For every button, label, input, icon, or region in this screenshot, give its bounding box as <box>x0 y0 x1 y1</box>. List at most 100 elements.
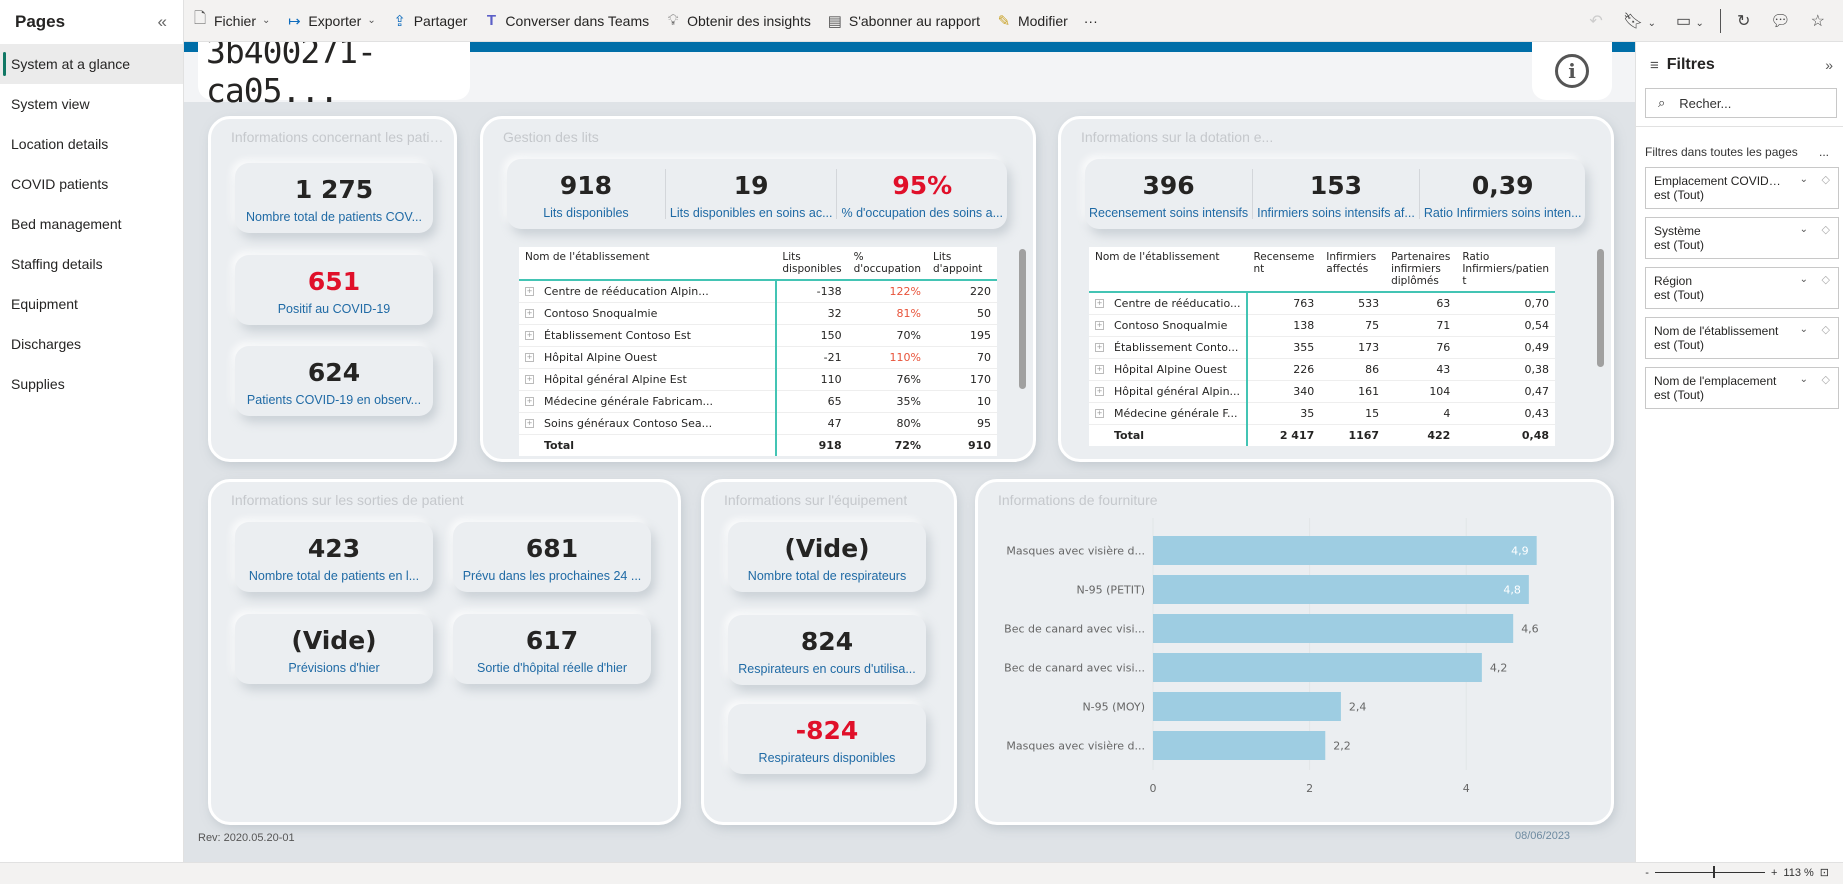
column-header[interactable]: Ratio Infirmiers/patien t <box>1456 247 1555 293</box>
table-row[interactable]: + Hôpital Alpine Ouest -21 110% 70 <box>519 346 997 369</box>
refresh-icon[interactable]: ↻ <box>1729 11 1758 31</box>
kpi-cell[interactable]: 95% % d'occupation des soins a... <box>837 169 1007 220</box>
table-row[interactable]: + Établissement Conto... 355 173 76 0,49 <box>1089 336 1555 359</box>
page-tab[interactable]: Staffing details <box>0 244 183 284</box>
teams-button[interactable]: T Converser dans Teams <box>475 5 657 37</box>
filter-search-input[interactable]: ⌕ Recher... <box>1645 88 1837 118</box>
column-header[interactable]: Nom de l'établissement <box>519 247 777 281</box>
table-row[interactable]: + Contoso Snoqualmie 32 81% 50 <box>519 302 997 325</box>
page-tab[interactable]: Supplies <box>0 364 183 404</box>
chevron-down-icon[interactable]: ⌄ <box>1800 174 1808 185</box>
page-tab[interactable]: Location details <box>0 124 183 164</box>
table-row[interactable]: + Centre de rééducatio... 763 533 63 0,70 <box>1089 292 1555 315</box>
chevron-down-icon[interactable]: ⌄ <box>1800 274 1808 285</box>
page-tab[interactable]: System at a glance <box>0 44 183 84</box>
column-header[interactable]: Nom de l'établissement <box>1089 247 1248 293</box>
zoom-in-button[interactable]: + <box>1771 867 1777 879</box>
info-button[interactable]: i <box>1532 42 1612 100</box>
column-header[interactable]: % d'occupation <box>847 247 927 281</box>
edit-button[interactable]: ✎ Modifier <box>988 5 1076 37</box>
kpi-card[interactable]: 681 Prévu dans les prochaines 24 ... <box>453 522 651 592</box>
view-icon[interactable]: ▭ ⌄ <box>1668 11 1712 31</box>
kpi-card[interactable]: 824 Respirateurs en cours d'utilisa... <box>728 615 926 685</box>
page-tab[interactable]: Bed management <box>0 204 183 244</box>
table-row[interactable]: + Hôpital Alpine Ouest 226 86 43 0,38 <box>1089 358 1555 381</box>
table-row[interactable]: + Médecine générale Fabricam... 65 35% 10 <box>519 390 997 413</box>
filter-card[interactable]: Nom de l'emplacement est (Tout) ⌄ ◇ <box>1645 367 1839 409</box>
column-header[interactable]: Partenaires infirmiers diplômés <box>1385 247 1457 293</box>
column-header[interactable]: Infirmiers affectés <box>1320 247 1386 293</box>
table-row[interactable]: + Hôpital général Alpin... 340 161 104 0,47 <box>1089 380 1555 403</box>
expand-icon[interactable]: + <box>525 287 534 297</box>
page-tab[interactable]: Discharges <box>0 324 183 364</box>
column-header[interactable]: Lits disponibles <box>776 247 848 281</box>
clear-filter-icon[interactable]: ◇ <box>1822 323 1830 336</box>
filter-card[interactable]: Emplacement COVID-19 est (Tout) ⌄ ◇ <box>1645 167 1839 209</box>
filter-card[interactable]: Nom de l'établissement est (Tout) ⌄ ◇ <box>1645 317 1839 359</box>
bookmark-icon[interactable]: 🔖︎ ⌄ <box>1615 11 1664 31</box>
more-options-button[interactable]: ··· <box>1076 5 1106 37</box>
comment-icon[interactable]: 💬︎ <box>1762 11 1798 31</box>
table-row[interactable]: + Établissement Contoso Est 150 70% 195 <box>519 324 997 347</box>
clear-filter-icon[interactable]: ◇ <box>1822 373 1830 386</box>
favorite-star-icon[interactable]: ☆ <box>1803 11 1833 31</box>
collapse-pages-icon[interactable]: « <box>158 12 167 32</box>
expand-icon[interactable]: + <box>1095 365 1104 374</box>
more-options-icon[interactable]: ... <box>1819 145 1829 159</box>
table-row[interactable]: + Médecine générale F... 35 15 4 0,43 <box>1089 402 1555 425</box>
kpi-card[interactable]: 651 Positif au COVID-19 <box>235 255 433 325</box>
kpi-cell[interactable]: 918 Lits disponibles <box>507 169 666 220</box>
kpi-card[interactable]: (Vide) Nombre total de respirateurs <box>728 522 926 592</box>
expand-icon[interactable]: + <box>525 309 534 318</box>
expand-icon[interactable]: + <box>1095 387 1104 396</box>
table-scrollbar[interactable] <box>1019 249 1026 389</box>
expand-icon[interactable]: + <box>1095 343 1104 352</box>
kpi-card[interactable]: -824 Respirateurs disponibles <box>728 704 926 774</box>
expand-icon[interactable]: + <box>1095 409 1104 418</box>
chevron-down-icon[interactable]: ⌄ <box>1800 324 1808 335</box>
export-menu[interactable]: ↦ Exporter ⌄ <box>278 5 383 37</box>
filter-card[interactable]: Système est (Tout) ⌄ ◇ <box>1645 217 1839 259</box>
filter-card[interactable]: Région est (Tout) ⌄ ◇ <box>1645 267 1839 309</box>
page-tab[interactable]: COVID patients <box>0 164 183 204</box>
insights-button[interactable]: 💡︎ Obtenir des insights <box>657 5 819 37</box>
kpi-cell[interactable]: 19 Lits disponibles en soins ac... <box>666 169 838 220</box>
table-row[interactable]: + Centre de rééducation Alpin... -138 122% 2… <box>519 280 997 303</box>
fit-page-icon[interactable]: ⊡ <box>1820 866 1829 879</box>
expand-icon[interactable]: + <box>525 353 534 362</box>
clear-filter-icon[interactable]: ◇ <box>1822 173 1830 186</box>
table-row[interactable]: + Soins généraux Contoso Sea... 47 80% 95 <box>519 412 997 435</box>
chevron-down-icon[interactable]: ⌄ <box>1800 224 1808 235</box>
kpi-card[interactable]: 624 Patients COVID-19 en observ... <box>235 346 433 416</box>
zoom-slider-thumb[interactable] <box>1712 866 1715 878</box>
column-header[interactable]: Recenseme nt <box>1247 247 1321 293</box>
table-scrollbar[interactable] <box>1597 249 1604 367</box>
expand-icon[interactable]: + <box>525 331 534 340</box>
kpi-card[interactable]: 423 Nombre total de patients en l... <box>235 522 433 592</box>
clear-filter-icon[interactable]: ◇ <box>1822 223 1830 236</box>
share-button[interactable]: ⇪ Partager <box>384 5 476 37</box>
kpi-cell[interactable]: 396 Recensement soins intensifs <box>1085 169 1254 220</box>
zoom-slider[interactable] <box>1654 866 1765 878</box>
page-tab[interactable]: System view <box>0 84 183 124</box>
subscribe-button[interactable]: ▤ S'abonner au rapport <box>819 5 988 37</box>
expand-icon[interactable]: + <box>525 397 534 406</box>
column-header[interactable]: Lits d'appoint <box>927 247 997 281</box>
file-menu[interactable]: 🗋 Fichier ⌄ <box>184 5 278 37</box>
expand-icon[interactable]: + <box>525 419 534 428</box>
zoom-out-button[interactable]: - <box>1645 867 1649 879</box>
kpi-card[interactable]: (Vide) Prévisions d'hier <box>235 614 433 684</box>
undo-icon[interactable]: ↶ <box>1581 11 1610 31</box>
collapse-filters-icon[interactable]: » <box>1825 57 1833 73</box>
expand-icon[interactable]: + <box>525 375 534 384</box>
expand-icon[interactable]: + <box>1095 321 1104 330</box>
chevron-down-icon[interactable]: ⌄ <box>1800 374 1808 385</box>
kpi-cell[interactable]: 0,39 Ratio Infirmiers soins inten... <box>1420 169 1586 220</box>
table-row[interactable]: + Hôpital général Alpine Est 110 76% 170 <box>519 368 997 391</box>
kpi-card[interactable]: 617 Sortie d'hôpital réelle d'hier <box>453 614 651 684</box>
kpi-card[interactable]: 1 275 Nombre total de patients COV... <box>235 163 433 233</box>
kpi-cell[interactable]: 153 Infirmiers soins intensifs af... <box>1253 169 1420 220</box>
table-row[interactable]: + Contoso Snoqualmie 138 75 71 0,54 <box>1089 314 1555 337</box>
expand-icon[interactable]: + <box>1095 299 1104 309</box>
page-tab[interactable]: Equipment <box>0 284 183 324</box>
